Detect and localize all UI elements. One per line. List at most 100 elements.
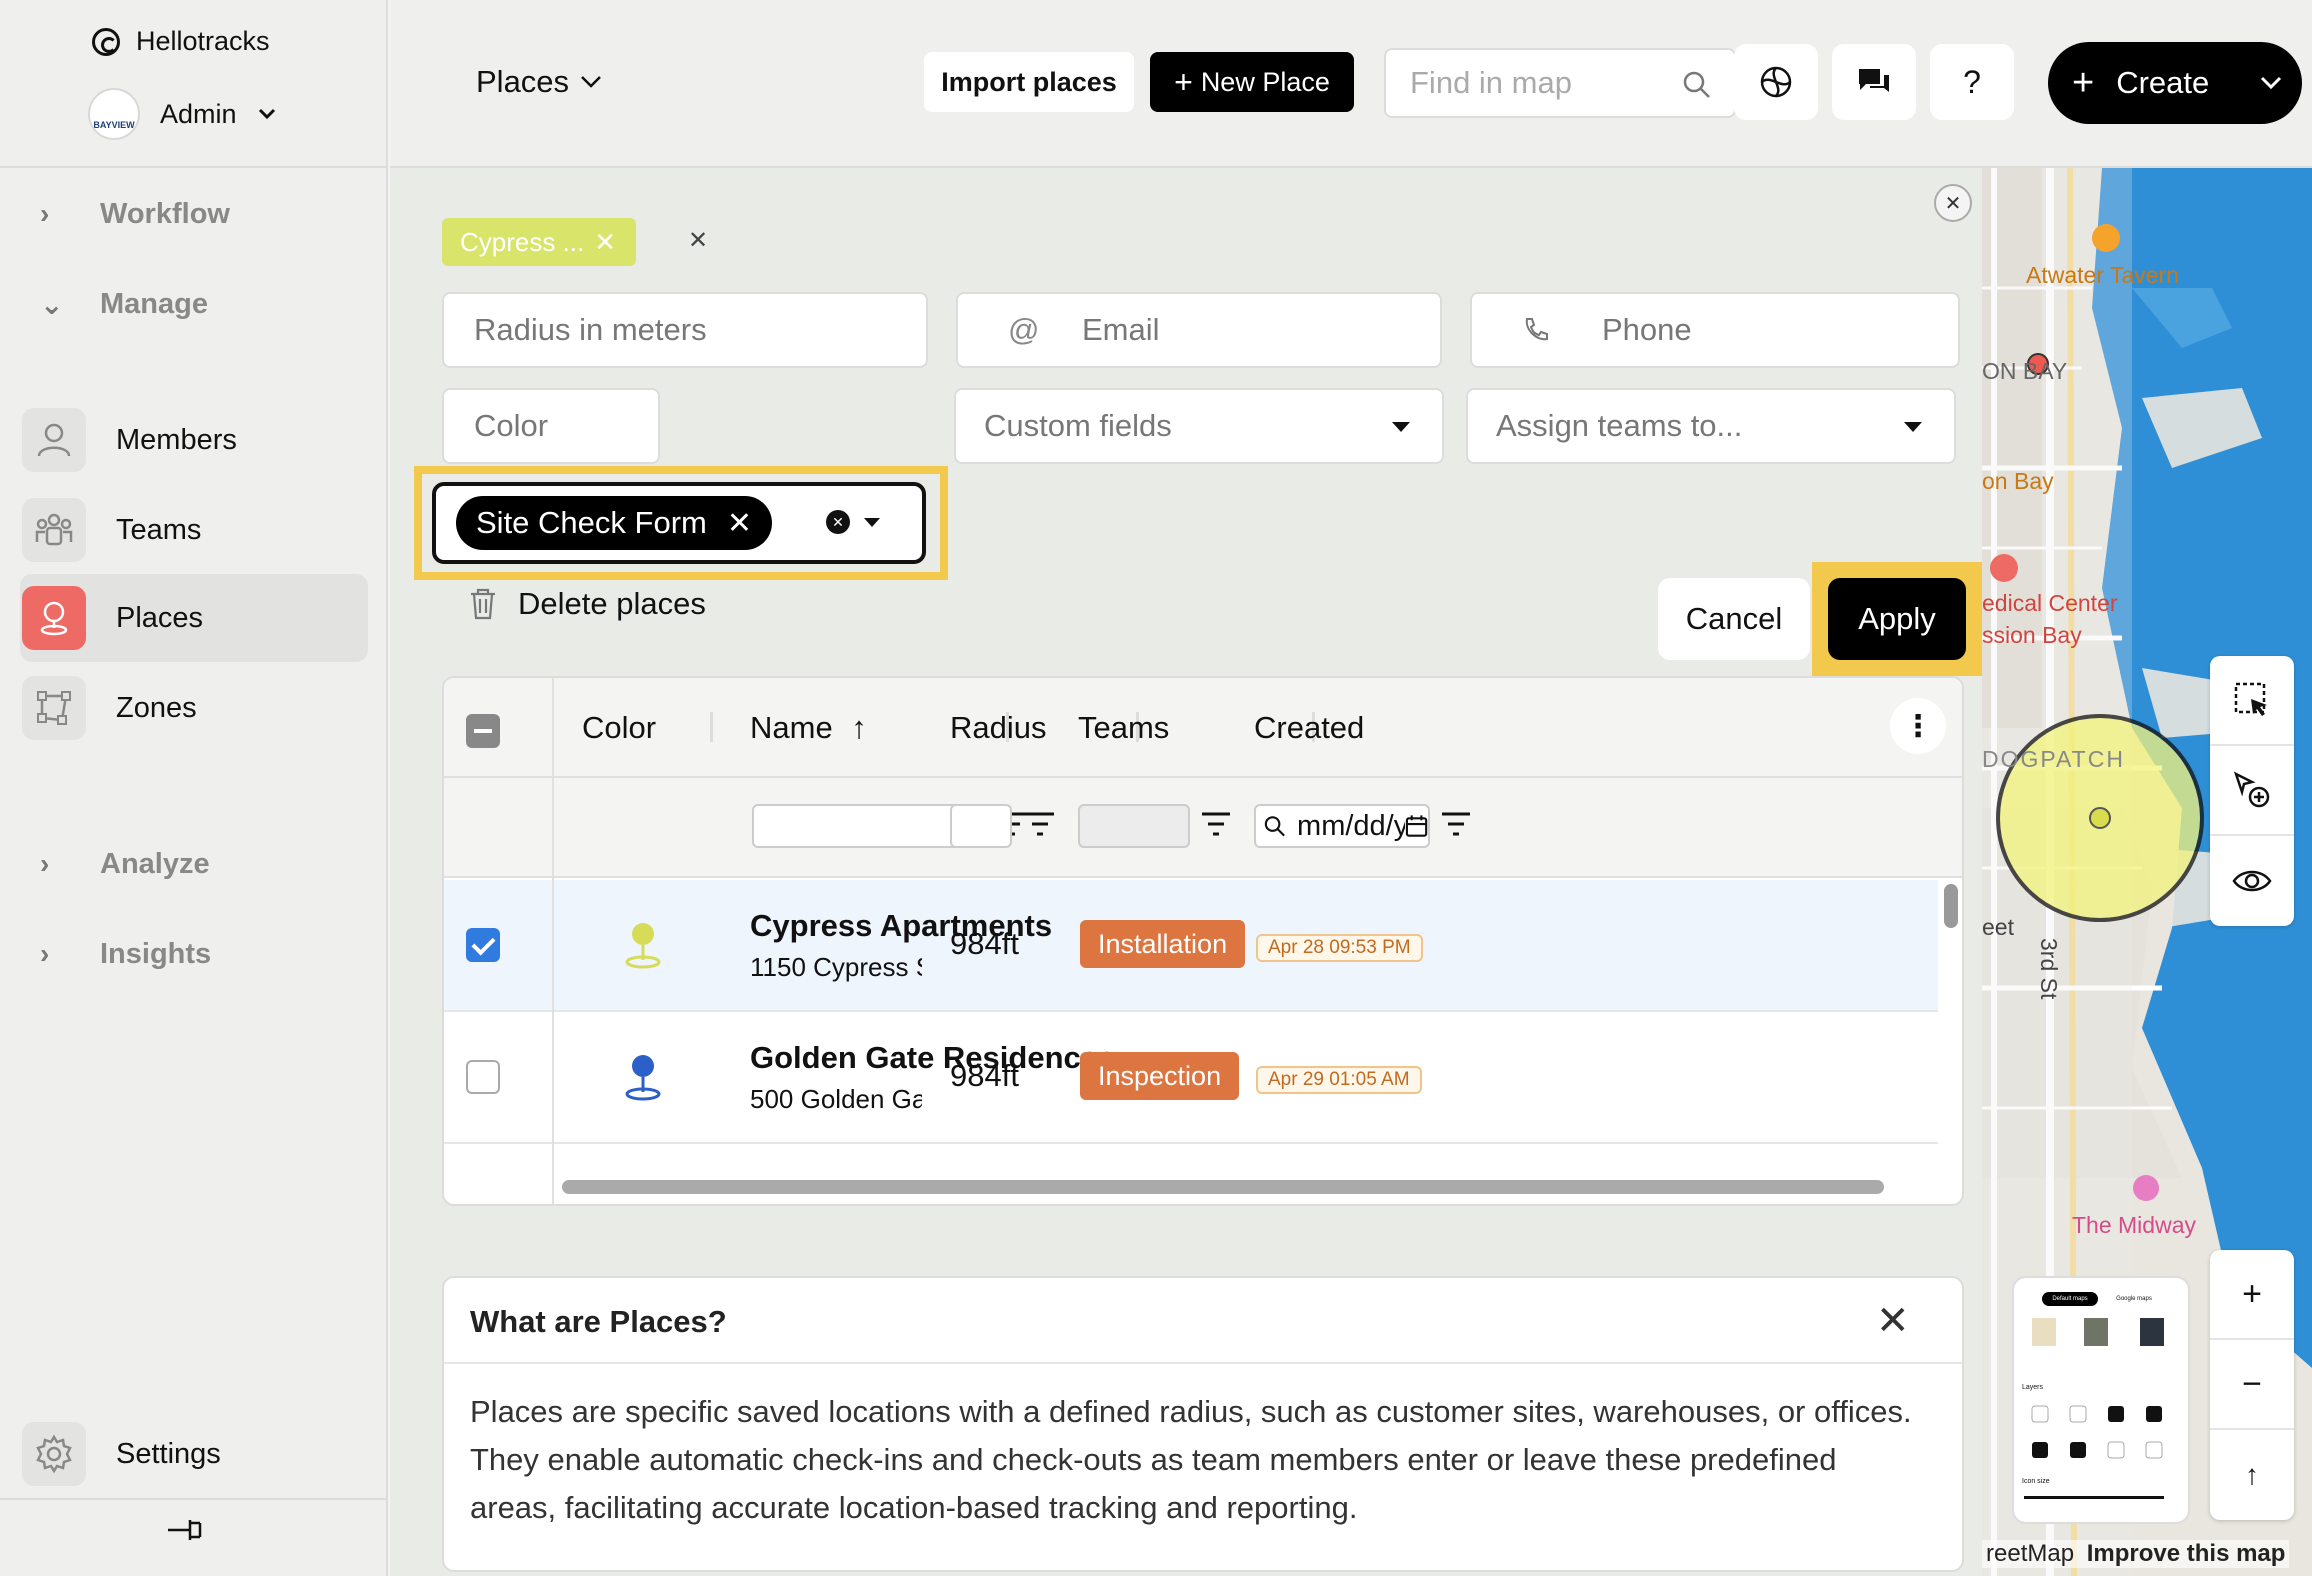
forms-select[interactable]: Site Check Form ✕ ✕ — [432, 482, 926, 564]
select-all-checkbox[interactable] — [466, 714, 500, 748]
chat-button[interactable] — [1832, 44, 1916, 120]
zoom-in-button[interactable]: + — [2210, 1250, 2294, 1340]
nav-section-label: Analyze — [100, 847, 210, 880]
column-header-created[interactable]: Created — [1254, 710, 1364, 746]
teams-filter-input[interactable] — [1078, 804, 1190, 848]
phone-input[interactable]: Phone — [1470, 292, 1960, 368]
table-row[interactable]: Cypress Apartments1150 Cypress St, San F… — [444, 880, 1938, 1012]
column-resizer[interactable] — [710, 712, 713, 742]
map-style-dark[interactable] — [2140, 1318, 2164, 1346]
color-input[interactable]: Color — [442, 388, 660, 464]
icon-size-slider[interactable] — [2024, 1496, 2164, 1499]
apply-button[interactable]: Apply — [1828, 578, 1966, 660]
ai-assistant-button[interactable] — [1734, 44, 1818, 120]
map-style-road[interactable] — [2032, 1318, 2056, 1346]
table-header: Color Name ↑ Radius Teams Created ⋮ — [444, 678, 1962, 778]
delete-places-button[interactable]: Delete places — [468, 586, 706, 622]
row-checkbox[interactable] — [466, 928, 500, 962]
sidebar-item-teams[interactable]: Teams — [20, 486, 368, 574]
filter-icon[interactable] — [1200, 810, 1232, 838]
map-attribution: reetMap Improve this map — [1982, 1540, 2290, 1568]
account-switcher[interactable]: BAYVIEW Admin — [88, 88, 277, 140]
close-icon[interactable]: ✕ — [727, 506, 752, 541]
filter-icon[interactable] — [1024, 810, 1056, 838]
brand[interactable]: Hellotracks — [92, 26, 270, 57]
sidebar-item-label: Teams — [116, 513, 202, 546]
create-button[interactable]: + Create — [2048, 42, 2302, 124]
import-places-button[interactable]: Import places — [924, 52, 1134, 112]
created-date-filter[interactable]: mm/dd/yy — [1254, 804, 1430, 848]
radius-input[interactable]: Radius in meters — [442, 292, 928, 368]
sidebar-item-members[interactable]: Members — [20, 396, 368, 484]
place-name[interactable]: Golden Gate Residences — [750, 1040, 1115, 1076]
account-name: Admin — [160, 98, 237, 129]
improve-map-link[interactable]: Improve this map — [2087, 1540, 2286, 1567]
column-header-teams[interactable]: Teams — [1078, 710, 1169, 746]
map-layer-switcher[interactable]: Default maps Google maps Layers Icon siz… — [2012, 1276, 2190, 1524]
column-divider — [552, 678, 554, 1204]
zones-icon — [22, 676, 86, 740]
sidebar-item-places[interactable]: Places — [20, 574, 368, 662]
select-area-icon — [2234, 682, 2267, 716]
sidebar-item-zones[interactable]: Zones — [20, 664, 368, 752]
zoom-out-button[interactable]: − — [2210, 1340, 2294, 1430]
map-tools — [2210, 656, 2294, 926]
map-style-satellite[interactable] — [2084, 1318, 2108, 1346]
help-button[interactable]: ? — [1930, 44, 2014, 120]
row-checkbox[interactable] — [466, 1060, 500, 1094]
form-chip[interactable]: Site Check Form ✕ — [456, 496, 772, 550]
close-panel-button[interactable]: ✕ — [1934, 184, 1972, 222]
new-place-button[interactable]: + New Place — [1150, 52, 1354, 112]
chevron-down-icon — [581, 76, 601, 88]
clear-filter-button[interactable]: ✕ — [688, 226, 708, 255]
more-options-icon[interactable]: ⋮ — [1890, 698, 1946, 754]
layers-label: Layers — [2022, 1384, 2044, 1391]
vertical-scrollbar[interactable] — [1944, 884, 1958, 928]
calendar-icon[interactable] — [1405, 814, 1428, 838]
filter-chip[interactable]: Cypress ... ✕ — [442, 218, 636, 266]
pin-sidebar-button[interactable] — [160, 1510, 208, 1550]
info-divider — [444, 1362, 1962, 1364]
column-header-radius[interactable]: Radius — [950, 710, 1047, 746]
map-attribution-osm[interactable]: reetMap — [1986, 1540, 2074, 1567]
assign-teams-select[interactable]: Assign teams to... — [1466, 388, 1956, 464]
map-tab-google[interactable]: Google maps — [2106, 1292, 2162, 1306]
horizontal-scrollbar[interactable] — [562, 1180, 1884, 1194]
edit-places-panel: ✕ Cypress ... ✕ ✕ Radius in meters @ Ema… — [390, 168, 1982, 1576]
find-in-map-input[interactable]: Find in map — [1384, 48, 1736, 118]
map-tab-default[interactable]: Default maps — [2042, 1292, 2098, 1306]
visibility-button[interactable] — [2210, 836, 2294, 926]
reset-north-button[interactable]: ↑ — [2210, 1430, 2294, 1520]
nav-section-label: Insights — [100, 937, 212, 970]
phone-icon — [1525, 318, 1548, 341]
custom-fields-select[interactable]: Custom fields — [954, 388, 1444, 464]
chevron-right-icon: › — [40, 848, 50, 879]
map-label-atwater-tavern: Atwater Tavern — [2026, 262, 2179, 288]
close-info-button[interactable]: ✕ — [1876, 1298, 1910, 1344]
nav-section-manage[interactable]: ⌄ Manage — [40, 256, 208, 352]
close-icon: ✕ — [1944, 192, 1962, 215]
column-header-color[interactable]: Color — [582, 710, 656, 746]
nav-section-insights[interactable]: › Insights — [40, 906, 211, 1002]
places-section-dropdown[interactable]: Places — [476, 64, 603, 100]
sidebar-item-settings[interactable]: Settings — [20, 1410, 368, 1498]
nav-section-workflow[interactable]: › Workflow — [40, 166, 230, 262]
brand-name: Hellotracks — [136, 26, 270, 56]
add-place-button[interactable] — [2210, 746, 2294, 836]
place-pin-icon — [625, 1055, 661, 1101]
table-row[interactable]: Golden Gate Residences 500 Golden Gate Av… — [444, 1012, 1938, 1144]
caret-down-icon[interactable] — [864, 518, 880, 527]
filter-icon[interactable] — [1440, 810, 1472, 838]
radius-filter-input[interactable] — [950, 804, 1012, 848]
nav-section-analyze[interactable]: › Analyze — [40, 816, 210, 912]
email-input[interactable]: @ Email — [956, 292, 1442, 368]
sidebar-item-label: Zones — [116, 691, 197, 724]
layer-toggles[interactable] — [2028, 1402, 2178, 1470]
select-area-button[interactable] — [2210, 656, 2294, 746]
column-header-name[interactable]: Name ↑ — [750, 710, 867, 746]
close-icon[interactable]: ✕ — [594, 227, 616, 258]
clear-icon[interactable]: ✕ — [826, 510, 850, 534]
cancel-button[interactable]: Cancel — [1658, 578, 1810, 660]
delete-places-label: Delete places — [518, 586, 706, 621]
map-view[interactable]: Atwater Tavern ON BAY on Bay edical Cent… — [1982, 168, 2312, 1576]
